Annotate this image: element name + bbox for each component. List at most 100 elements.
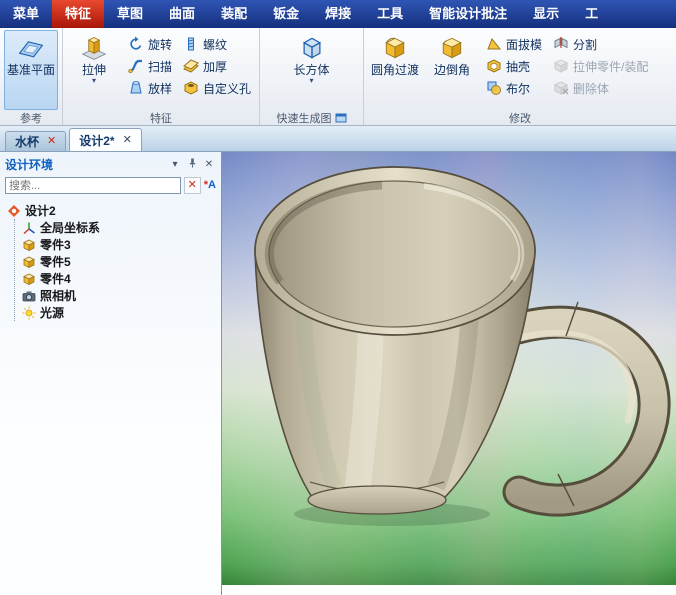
tree-item-design-root[interactable]: 设计2	[7, 202, 219, 219]
box-primitive-icon	[302, 37, 321, 59]
tree-item-part3[interactable]: 零件3	[22, 236, 219, 253]
tree-item-light[interactable]: 光源	[22, 304, 219, 321]
panel-menu-icon[interactable]: ▾	[168, 159, 182, 171]
stretch-part-label: 拉伸零件/装配	[573, 59, 649, 74]
feature-small-column-1: 旋转 扫描 放样	[124, 30, 176, 110]
doc-tab-design2[interactable]: 设计2* ✕	[69, 128, 142, 151]
custom-hole-button[interactable]: 自定义孔	[179, 78, 255, 98]
loft-icon	[130, 81, 142, 94]
camera-icon	[22, 291, 36, 301]
menu-item-surface[interactable]: 曲面	[156, 0, 208, 28]
thread-button[interactable]: 螺纹	[179, 34, 255, 54]
tree-item-part5[interactable]: 零件5	[22, 253, 219, 270]
tree-label-part5: 零件5	[40, 255, 71, 269]
menu-item-assembly[interactable]: 装配	[208, 0, 260, 28]
modify-small-column-1: 面拔模 抽壳 布尔	[482, 30, 546, 110]
main-content: 设计环境 ▾ ✕ ✕ *A	[0, 152, 676, 595]
boolean-button[interactable]: 布尔	[482, 78, 546, 98]
pin-icon[interactable]	[185, 157, 199, 173]
doc-tab-water-cup-close-icon[interactable]: ✕	[47, 136, 56, 147]
extrude-button[interactable]: 拉伸 ▾	[67, 30, 121, 110]
datum-plane-button[interactable]: 基准平面	[4, 30, 58, 110]
viewport-3d-scene[interactable]	[222, 152, 676, 585]
ribbon-group-feature: 拉伸 ▾ 旋转 扫描 放样 螺纹 加厚 自定义孔 特征	[63, 28, 261, 125]
tree-search-input[interactable]	[5, 177, 181, 194]
panel-close-icon[interactable]: ✕	[202, 159, 216, 171]
thicken-icon	[183, 59, 199, 73]
shell-button[interactable]: 抽壳	[482, 56, 546, 76]
menu-item-smart-annotation[interactable]: 智能设计批注	[416, 0, 520, 28]
menu-item-display[interactable]: 显示	[520, 0, 572, 28]
tree-label-part4: 零件4	[40, 272, 71, 286]
coordinate-system-icon	[23, 222, 35, 234]
cad-application-window: 菜单 特征 草图 曲面 装配 钣金 焊接 工具 智能设计批注 显示 工 基准平面…	[0, 0, 676, 595]
design-environment-panel: 设计环境 ▾ ✕ ✕ *A	[0, 152, 222, 595]
search-filter-icon[interactable]: *A	[204, 180, 216, 191]
thread-label: 螺纹	[203, 37, 228, 52]
split-button[interactable]: 分割	[549, 34, 652, 54]
fillet-button[interactable]: 圆角过渡	[368, 30, 422, 110]
viewport-3d[interactable]	[222, 152, 676, 595]
menu-item-weld[interactable]: 焊接	[312, 0, 364, 28]
ribbon-group-modify-body: 圆角过渡 边倒角 面拔模 抽壳 布尔 分割 拉伸零件/装配 删除体	[368, 30, 672, 110]
thicken-button[interactable]: 加厚	[179, 56, 255, 76]
menu-item-sheetmetal[interactable]: 钣金	[260, 0, 312, 28]
tree-item-part4[interactable]: 零件4	[22, 270, 219, 287]
tree-item-global-coords[interactable]: 全局坐标系	[22, 219, 219, 236]
custom-hole-label: 自定义孔	[203, 81, 252, 96]
menu-item-sketch[interactable]: 草图	[104, 0, 156, 28]
doc-tab-water-cup[interactable]: 水杯 ✕	[5, 131, 67, 151]
tree-item-camera[interactable]: 照相机	[22, 287, 219, 304]
part-icon	[23, 256, 35, 268]
ribbon-group-quick: 长方体 ▾ 快速生成图	[260, 28, 365, 125]
quick-dialog-launcher-icon[interactable]	[335, 112, 347, 124]
boolean-icon	[487, 81, 502, 95]
doc-tab-water-cup-label: 水杯	[15, 135, 40, 149]
sweep-label: 扫描	[148, 59, 173, 74]
sweep-icon	[128, 59, 142, 74]
doc-tab-design2-label: 设计2*	[79, 133, 115, 148]
revolve-button[interactable]: 旋转	[124, 34, 176, 54]
menu-item-menu[interactable]: 菜单	[0, 0, 52, 28]
search-clear-button[interactable]: ✕	[183, 177, 201, 194]
boolean-label: 布尔	[506, 81, 531, 96]
draft-button[interactable]: 面拔模	[482, 34, 546, 54]
doc-tab-design2-close-icon[interactable]: ✕	[123, 134, 132, 146]
sweep-button[interactable]: 扫描	[124, 56, 176, 76]
box-dropdown-icon[interactable]: ▾	[310, 77, 314, 85]
panel-title: 设计环境	[5, 158, 54, 172]
menu-item-truncated[interactable]: 工	[572, 0, 611, 28]
stretch-part-icon	[553, 59, 569, 73]
chamfer-button[interactable]: 边倒角	[425, 30, 479, 110]
extrude-dropdown-icon[interactable]: ▾	[92, 77, 96, 85]
box-primitive-button[interactable]: 长方体 ▾	[285, 30, 339, 110]
feature-small-column-2: 螺纹 加厚 自定义孔	[179, 30, 255, 110]
loft-label: 放样	[148, 81, 173, 96]
shell-icon	[487, 59, 501, 73]
model-tree: 设计2 全局坐标系 零件3 零件5 零件4 照相机 光源	[0, 198, 221, 595]
tree-search-bar: ✕ *A	[0, 175, 221, 198]
part-icon	[23, 239, 35, 251]
quick-group-caption-text: 快速生成图	[276, 112, 332, 125]
chamfer-label: 边倒角	[434, 63, 471, 77]
fillet-icon	[385, 37, 405, 59]
main-menubar: 菜单 特征 草图 曲面 装配 钣金 焊接 工具 智能设计批注 显示 工	[0, 0, 676, 28]
ribbon-toolbar: 基准平面 参考 拉伸 ▾ 旋转 扫描 放样 螺纹 加厚 自定义孔 特征 长方体 …	[0, 28, 676, 126]
revolve-label: 旋转	[148, 37, 173, 52]
delete-body-label: 删除体	[573, 81, 610, 96]
extrude-icon	[81, 37, 107, 60]
ribbon-group-modify: 圆角过渡 边倒角 面拔模 抽壳 布尔 分割 拉伸零件/装配 删除体 修改	[364, 28, 676, 125]
thread-icon	[188, 37, 195, 51]
tree-label-camera: 照相机	[40, 289, 77, 303]
pin-icon-glyph	[189, 158, 195, 167]
quick-group-caption: 快速生成图	[264, 110, 359, 125]
light-source-icon	[22, 306, 36, 319]
modify-small-column-2: 分割 拉伸零件/装配 删除体	[549, 30, 652, 110]
chamfer-icon	[442, 37, 462, 59]
datum-plane-icon	[18, 41, 44, 58]
menu-item-tools[interactable]: 工具	[364, 0, 416, 28]
ribbon-group-quick-body: 长方体 ▾	[264, 30, 359, 110]
tree-label-design-root: 设计2	[25, 204, 56, 218]
menu-item-feature[interactable]: 特征	[52, 0, 105, 28]
loft-button[interactable]: 放样	[124, 78, 176, 98]
